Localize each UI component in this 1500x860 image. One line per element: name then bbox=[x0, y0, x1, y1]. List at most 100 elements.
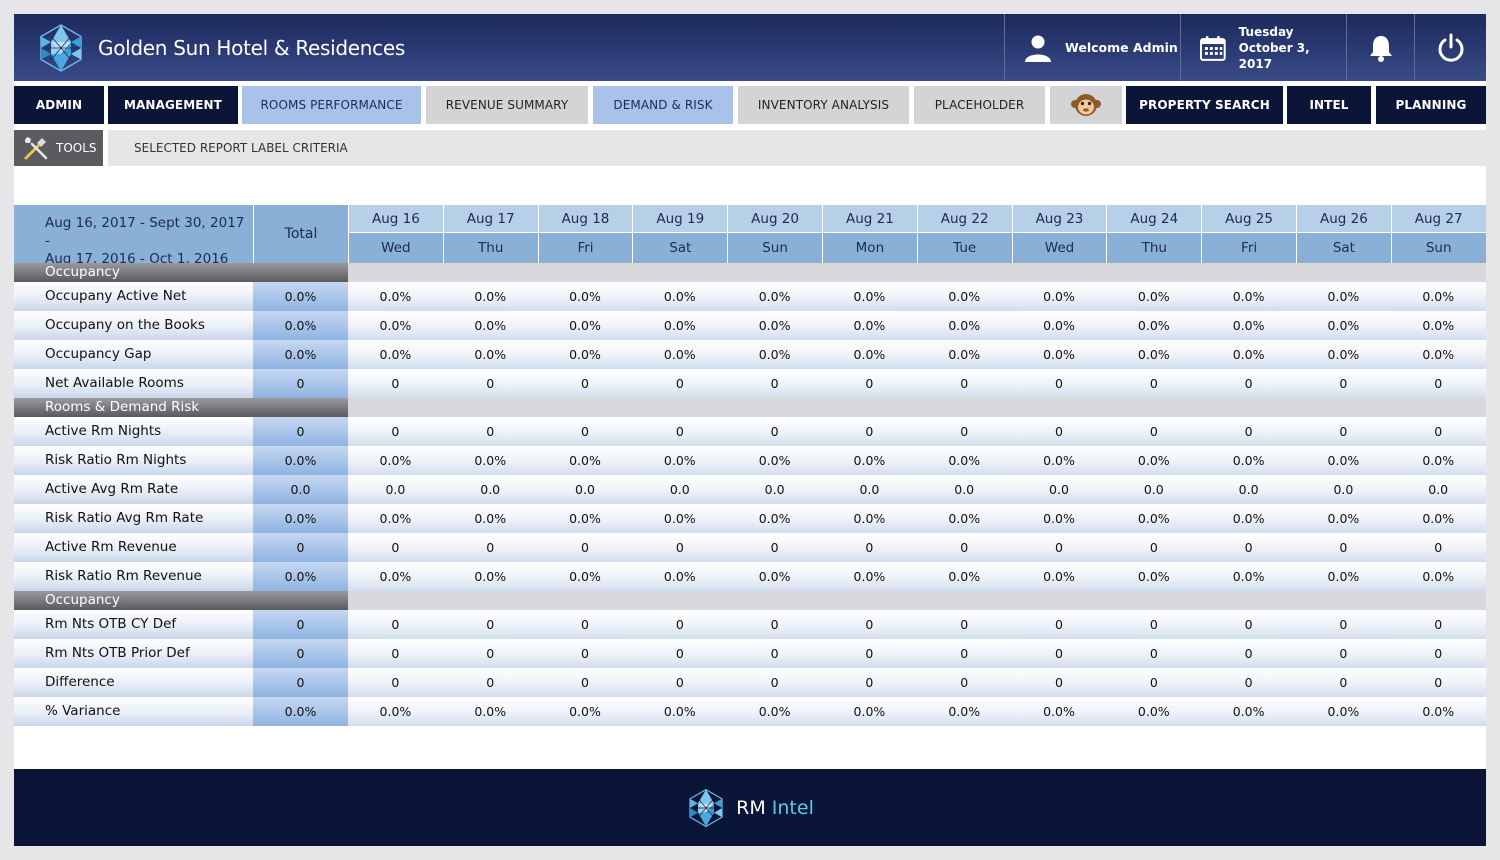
day-of-week: Sat bbox=[1297, 233, 1391, 263]
date-range-header: Aug 16, 2017 - Sept 30, 2017 - Aug 17, 2… bbox=[14, 205, 253, 267]
day-date: Aug 17 bbox=[443, 205, 538, 233]
table-cell: 0.0% bbox=[442, 446, 538, 475]
table-cell: 0.0% bbox=[1106, 562, 1202, 591]
tab-demand-risk[interactable]: DEMAND & RISK bbox=[593, 86, 733, 124]
tools-label: TOOLS bbox=[56, 141, 97, 155]
row-label: Net Available Rooms bbox=[14, 369, 253, 398]
table-cell: 0.0 bbox=[916, 475, 1012, 504]
table-row: Risk Ratio Rm Nights 0.0% 0.0% 0.0% 0.0% 0.0%… bbox=[14, 446, 1486, 475]
day-header: Aug 26 Sat bbox=[1296, 205, 1391, 263]
table-cell: 0.0% bbox=[442, 311, 538, 340]
tab-placeholder[interactable]: PLACEHOLDER bbox=[914, 86, 1045, 124]
criteria-label: SELECTED REPORT LABEL CRITERIA bbox=[134, 141, 348, 155]
table-cell: 0 bbox=[1201, 668, 1296, 697]
table-cell: 0 bbox=[1296, 668, 1391, 697]
table-cell: 0.0% bbox=[442, 562, 538, 591]
table-cell: 0 bbox=[442, 369, 538, 398]
table-cell: 0.0% bbox=[1296, 311, 1391, 340]
table-cell: 0.0% bbox=[442, 697, 538, 726]
date-full: October 3, 2017 bbox=[1238, 40, 1310, 71]
table-cell: 0.0% bbox=[1201, 340, 1296, 369]
table-cell: 0.0% bbox=[1201, 697, 1296, 726]
table-row: Net Available Rooms 0 0 0 0 0 0 0 0 0 0 0 0 0 bbox=[14, 369, 1486, 398]
notifications-button[interactable] bbox=[1346, 14, 1414, 81]
table-cell: 0.0 bbox=[1106, 475, 1202, 504]
date-display[interactable]: Tuesday October 3, 2017 bbox=[1180, 14, 1346, 81]
table-cell: 0 bbox=[1106, 369, 1202, 398]
table-cell: 0.0% bbox=[442, 340, 538, 369]
tab-planning[interactable]: PLANNING bbox=[1376, 86, 1486, 124]
table-cell: 0.0% bbox=[916, 340, 1012, 369]
logout-button[interactable] bbox=[1414, 14, 1486, 81]
table-cell: 0 bbox=[632, 533, 728, 562]
table-cell: 0 bbox=[537, 417, 633, 446]
table-cell: 0.0% bbox=[822, 282, 917, 311]
table-cell: 0.0% bbox=[348, 697, 443, 726]
table-cell: 0 bbox=[727, 610, 822, 639]
table-cell: 0 bbox=[632, 668, 728, 697]
row-label: Occupany on the Books bbox=[14, 311, 253, 340]
table-cell: 0 bbox=[822, 533, 917, 562]
tab-rooms-performance[interactable]: ROOMS PERFORMANCE bbox=[242, 86, 421, 124]
row-total: 0.0% bbox=[253, 697, 348, 726]
tab-inventory-analysis[interactable]: INVENTORY ANALYSIS bbox=[738, 86, 909, 124]
date-day: Tuesday bbox=[1238, 24, 1294, 39]
table-cell: 0 bbox=[1201, 610, 1296, 639]
table-cell: 0.0% bbox=[348, 504, 443, 533]
day-header: Aug 20 Sun bbox=[727, 205, 822, 263]
table-cell: 0.0% bbox=[916, 562, 1012, 591]
power-icon bbox=[1438, 33, 1463, 62]
row-total: 0.0% bbox=[253, 504, 348, 533]
day-of-week: Wed bbox=[349, 233, 443, 263]
bell-icon bbox=[1369, 35, 1392, 62]
table-cell: 0 bbox=[1390, 668, 1486, 697]
day-header: Aug 23 Wed bbox=[1011, 205, 1107, 263]
day-date: Aug 23 bbox=[1012, 205, 1107, 233]
table-cell: 0 bbox=[348, 668, 443, 697]
table-cell: 0.0 bbox=[1390, 475, 1486, 504]
table-cell: 0.0% bbox=[1390, 697, 1486, 726]
table-cell: 0 bbox=[1390, 610, 1486, 639]
tab-monkey[interactable] bbox=[1050, 86, 1122, 124]
report-criteria-bar: SELECTED REPORT LABEL CRITERIA bbox=[108, 130, 1486, 166]
table-cell: 0 bbox=[727, 369, 822, 398]
tab-admin[interactable]: ADMIN bbox=[14, 86, 104, 124]
table-cell: 0.0 bbox=[632, 475, 728, 504]
table-cell: 0.0% bbox=[1106, 340, 1202, 369]
table-cell: 0 bbox=[1296, 639, 1391, 668]
row-label: Risk Ratio Rm Nights bbox=[14, 446, 253, 475]
table-cell: 0.0% bbox=[822, 504, 917, 533]
section-divider bbox=[348, 591, 1486, 610]
table-cell: 0 bbox=[632, 417, 728, 446]
table-cell: 0 bbox=[822, 610, 917, 639]
footer-brand: RM Intel bbox=[736, 797, 814, 819]
tools-button[interactable]: TOOLS bbox=[14, 130, 103, 166]
tab-management[interactable]: MANAGEMENT bbox=[108, 86, 238, 124]
monkey-icon bbox=[1071, 94, 1101, 116]
section-header: Occupancy bbox=[14, 591, 1486, 610]
tab-intel[interactable]: INTEL bbox=[1287, 86, 1371, 124]
section-divider bbox=[348, 398, 1486, 417]
day-header: Aug 24 Thu bbox=[1106, 205, 1202, 263]
table-cell: 0 bbox=[1201, 369, 1296, 398]
day-of-week: Tue bbox=[917, 233, 1012, 263]
table-cell: 0.0% bbox=[632, 282, 728, 311]
section-divider bbox=[348, 263, 1486, 282]
table-cell: 0.0% bbox=[916, 446, 1012, 475]
tab-property-search[interactable]: PROPERTY SEARCH bbox=[1126, 86, 1283, 124]
table-cell: 0 bbox=[348, 533, 443, 562]
user-icon bbox=[1025, 35, 1051, 62]
user-menu[interactable]: Welcome Admin bbox=[1004, 14, 1180, 81]
day-date: Aug 19 bbox=[633, 205, 728, 233]
brand[interactable]: Golden Sun Hotel & Residences bbox=[36, 23, 405, 72]
table-cell: 0.0% bbox=[632, 311, 728, 340]
table-cell: 0.0% bbox=[1201, 504, 1296, 533]
row-total: 0.0 bbox=[253, 475, 348, 504]
table-cell: 0.0% bbox=[1390, 311, 1486, 340]
tab-revenue-summary[interactable]: REVENUE SUMMARY bbox=[426, 86, 588, 124]
table-body: Occupancy Occupany Active Net 0.0% 0.0% 0.0%… bbox=[14, 263, 1486, 726]
table-cell: 0.0% bbox=[1296, 446, 1391, 475]
table-cell: 0 bbox=[916, 369, 1012, 398]
day-of-week: Thu bbox=[1107, 233, 1202, 263]
row-total: 0.0% bbox=[253, 340, 348, 369]
